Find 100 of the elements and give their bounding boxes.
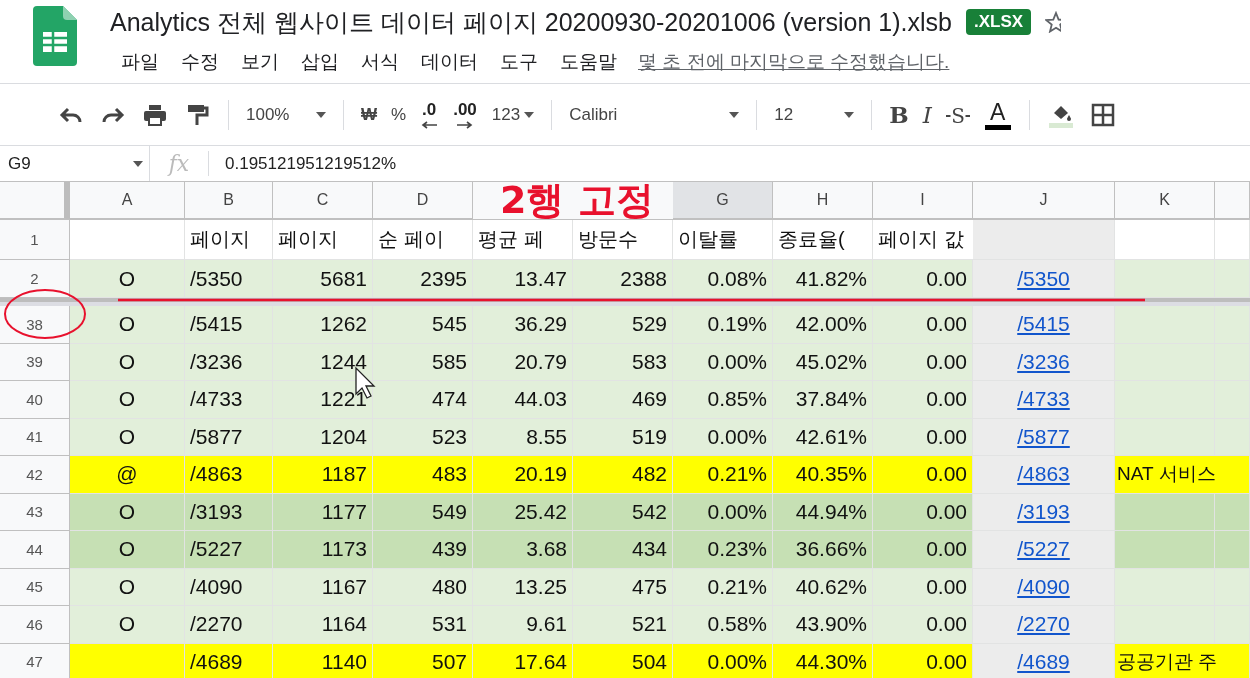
table-cell: 474 xyxy=(373,381,473,419)
table-cell: 469 xyxy=(573,381,673,419)
arrow-left-icon xyxy=(421,121,438,129)
link-cell[interactable]: /5350 xyxy=(973,260,1115,298)
link-cell[interactable]: /4090 xyxy=(973,568,1115,606)
number-format-dropdown[interactable]: 123 xyxy=(486,97,540,132)
caret-icon xyxy=(133,160,143,167)
formula-input[interactable]: 0.195121951219512% xyxy=(209,153,397,174)
table-cell: /4863 xyxy=(185,456,273,494)
file-format-badge: .XLSX xyxy=(966,9,1032,35)
row-number[interactable]: 43 xyxy=(0,493,70,531)
row-number[interactable]: 44 xyxy=(0,531,70,569)
sheets-logo-icon[interactable] xyxy=(33,6,77,66)
table-cell: 36.66% xyxy=(773,531,873,569)
link-cell[interactable]: /5415 xyxy=(973,306,1115,344)
row-number[interactable]: 41 xyxy=(0,418,70,456)
font-size-dropdown[interactable]: 12 xyxy=(769,97,860,132)
table-cell: 3.68 xyxy=(473,531,573,569)
table-cell: 0.58% xyxy=(673,606,773,644)
annotation-label: 2행 고정 xyxy=(500,182,654,222)
table-cell: 0.23% xyxy=(673,531,773,569)
menu-item[interactable]: 도구 xyxy=(489,49,549,75)
column-header[interactable]: K xyxy=(1115,182,1215,219)
menu-item[interactable]: 파일 xyxy=(110,49,170,75)
table-cell: O xyxy=(70,306,185,344)
link-cell[interactable]: /3236 xyxy=(973,343,1115,381)
menu-item[interactable]: 도움말 xyxy=(549,49,628,75)
menu-item[interactable]: 서식 xyxy=(350,49,410,75)
table-cell: 44.03 xyxy=(473,381,573,419)
link-cell[interactable]: /2270 xyxy=(973,606,1115,644)
last-edit-link[interactable]: 몇 초 전에 마지막으로 수정했습니다. xyxy=(638,49,950,75)
row-number[interactable]: 1 xyxy=(0,220,70,260)
table-cell: /4689 xyxy=(185,643,273,678)
link-cell[interactable]: /3193 xyxy=(973,493,1115,531)
menu-item[interactable]: 보기 xyxy=(230,49,290,75)
caret-icon xyxy=(316,111,326,118)
link-cell[interactable]: /4863 xyxy=(973,456,1115,494)
column-header[interactable]: A xyxy=(70,182,185,219)
table-cell: 44.30% xyxy=(773,643,873,678)
table-cell: 1140 xyxy=(273,643,373,678)
column-header[interactable]: C xyxy=(273,182,373,219)
table-cell: /5227 xyxy=(185,531,273,569)
row-number[interactable]: 40 xyxy=(0,381,70,419)
strikethrough-button[interactable]: S xyxy=(945,100,970,129)
font-dropdown[interactable]: Calibri xyxy=(564,97,745,132)
borders-icon[interactable] xyxy=(1089,101,1116,128)
row-number[interactable]: 38 xyxy=(0,306,70,344)
menu-item[interactable]: 수정 xyxy=(170,49,230,75)
table-cell: 0.21% xyxy=(673,456,773,494)
row-number[interactable]: 47 xyxy=(0,643,70,678)
row-number[interactable]: 45 xyxy=(0,568,70,606)
column-title: 페이지 값 xyxy=(873,220,1115,260)
zoom-dropdown[interactable]: 100% xyxy=(241,97,331,132)
name-box[interactable]: G9 xyxy=(0,146,150,181)
table-cell: O xyxy=(70,606,185,644)
table-cell: /5415 xyxy=(185,306,273,344)
column-header[interactable]: H xyxy=(773,182,873,219)
table-cell: 36.29 xyxy=(473,306,573,344)
table-cell: 521 xyxy=(573,606,673,644)
document-title[interactable]: Analytics 전체 웹사이트 데이터 페이지 20200930-20201006 (version 1).xlsb xyxy=(110,5,952,39)
table-cell: 434 xyxy=(573,531,673,569)
table-cell: 42.00% xyxy=(773,306,873,344)
menu-item[interactable]: 삽입 xyxy=(290,49,350,75)
column-header[interactable]: B xyxy=(185,182,273,219)
table-cell: 9.61 xyxy=(473,606,573,644)
increase-decimal-button[interactable]: .00 xyxy=(447,94,483,135)
arrow-right-icon xyxy=(457,121,473,129)
link-cell[interactable]: /5227 xyxy=(973,531,1115,569)
caret-icon xyxy=(524,111,535,118)
percent-button[interactable]: % xyxy=(386,97,412,132)
bold-button[interactable]: B xyxy=(884,97,914,132)
menu-item[interactable]: 데이터 xyxy=(410,49,489,75)
table-cell: 1187 xyxy=(273,456,373,494)
table-cell: 43.90% xyxy=(773,606,873,644)
table-cell: 0.00% xyxy=(673,643,773,678)
decrease-decimal-button[interactable]: .0 xyxy=(415,94,444,135)
table-cell: NAT 서비스 xyxy=(1115,456,1250,494)
link-cell[interactable]: /4689 xyxy=(973,643,1115,678)
table-cell: 1164 xyxy=(273,606,373,644)
link-cell[interactable]: /4733 xyxy=(973,381,1115,419)
table-cell: 17.64 xyxy=(473,643,573,678)
text-color-button[interactable]: A xyxy=(978,94,1017,135)
row-number[interactable]: 39 xyxy=(0,343,70,381)
caret-icon xyxy=(844,111,855,118)
table-cell: 482 xyxy=(573,456,673,494)
row-number[interactable]: 46 xyxy=(0,606,70,644)
table-cell: @ xyxy=(70,456,185,494)
row-number[interactable]: 42 xyxy=(0,456,70,494)
table-cell: 507 xyxy=(373,643,473,678)
row-number[interactable]: 2 xyxy=(0,260,70,298)
table-cell: 531 xyxy=(373,606,473,644)
currency-button[interactable]: ₩ xyxy=(356,97,383,132)
table-cell: 1262 xyxy=(273,306,373,344)
link-cell[interactable]: /5877 xyxy=(973,418,1115,456)
star-icon[interactable] xyxy=(1045,11,1062,33)
column-header[interactable]: G xyxy=(673,182,773,219)
column-header[interactable]: J xyxy=(973,182,1115,219)
italic-button[interactable]: I xyxy=(917,97,937,132)
column-header[interactable]: I xyxy=(873,182,973,219)
column-header[interactable]: D xyxy=(373,182,473,219)
